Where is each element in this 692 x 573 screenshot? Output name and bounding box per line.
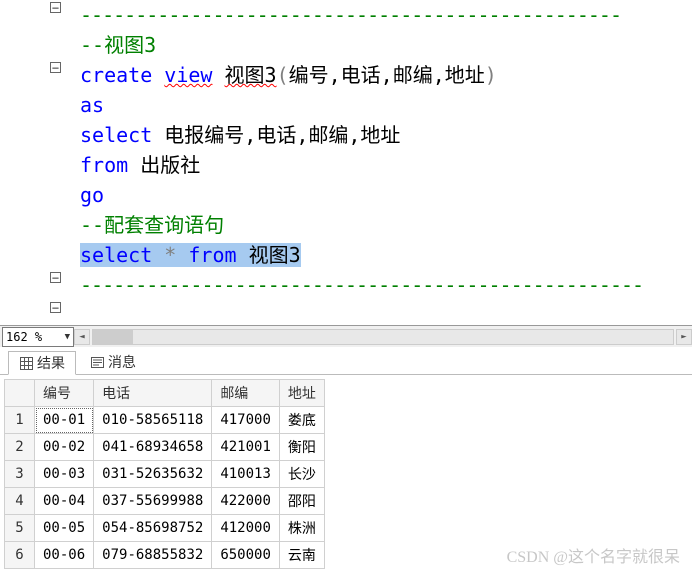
divider-line: ----------------------------------------… (80, 3, 621, 27)
divider-line: ----------------------------------------… (80, 273, 643, 297)
row-number[interactable]: 5 (5, 515, 35, 542)
fold-toggle[interactable] (50, 272, 61, 283)
row-number[interactable]: 4 (5, 488, 35, 515)
cell[interactable]: 株洲 (279, 515, 324, 542)
cell[interactable]: 041-68934658 (94, 434, 212, 461)
paren-close: ) (485, 63, 497, 87)
zoom-value: 162 % (6, 330, 42, 344)
cell[interactable]: 云南 (279, 542, 324, 569)
fold-gutter (50, 0, 70, 325)
fold-toggle[interactable] (50, 2, 61, 13)
tab-label: 消息 (108, 352, 136, 372)
query-target: 视图3 (249, 243, 301, 267)
cell[interactable]: 娄底 (279, 407, 324, 434)
results-grid: 编号电话邮编地址 100-01010-58565118417000娄底200-0… (0, 375, 692, 569)
scroll-thumb[interactable] (93, 330, 133, 344)
horizontal-scrollbar[interactable] (92, 329, 674, 345)
select-columns: 电报编号,电话,邮编,地址 (164, 123, 400, 147)
cell[interactable]: 00-02 (35, 434, 94, 461)
tab-label: 结果 (37, 353, 65, 373)
scroll-right-button[interactable]: ► (676, 329, 692, 345)
column-header[interactable]: 邮编 (212, 380, 280, 407)
cell[interactable]: 00-03 (35, 461, 94, 488)
table-row[interactable]: 200-02041-68934658421001衡阳 (5, 434, 325, 461)
column-header[interactable]: 编号 (35, 380, 94, 407)
cell[interactable]: 054-85698752 (94, 515, 212, 542)
code-editor[interactable]: ----------------------------------------… (0, 0, 692, 325)
cell[interactable]: 037-55699988 (94, 488, 212, 515)
zoom-bar: 162 % ▼ ◄ ► (0, 325, 692, 347)
cell[interactable]: 长沙 (279, 461, 324, 488)
tab-messages[interactable]: 消息 (80, 350, 146, 374)
cell[interactable]: 00-04 (35, 488, 94, 515)
column-header[interactable]: 地址 (279, 380, 324, 407)
selection: select * from 视图3 (80, 243, 301, 267)
fold-toggle[interactable] (50, 302, 61, 313)
table-row[interactable]: 400-04037-55699988422000邵阳 (5, 488, 325, 515)
message-icon (90, 355, 104, 369)
cell[interactable]: 412000 (212, 515, 280, 542)
table-row[interactable]: 300-03031-52635632410013长沙 (5, 461, 325, 488)
scroll-left-button[interactable]: ◄ (74, 329, 90, 345)
results-tabs: 结果 消息 (0, 347, 692, 375)
cell[interactable]: 010-58565118 (94, 407, 212, 434)
table-header-row: 编号电话邮编地址 (5, 380, 325, 407)
cell[interactable]: 422000 (212, 488, 280, 515)
cell[interactable]: 邵阳 (279, 488, 324, 515)
row-number[interactable]: 6 (5, 542, 35, 569)
view-name: 视图3 (225, 63, 277, 87)
chevron-down-icon: ▼ (65, 332, 70, 342)
keyword-select: select (80, 123, 152, 147)
zoom-dropdown[interactable]: 162 % ▼ (2, 327, 74, 347)
table-row[interactable]: 100-01010-58565118417000娄底 (5, 407, 325, 434)
keyword-from: from (188, 243, 236, 267)
keyword-view: view (164, 63, 212, 87)
column-header[interactable]: 电话 (94, 380, 212, 407)
column-list: 编号,电话,邮编,地址 (289, 63, 485, 87)
comment-text: --配套查询语句 (80, 213, 224, 237)
grid-icon (19, 356, 33, 370)
fold-toggle[interactable] (50, 62, 61, 73)
cell[interactable]: 417000 (212, 407, 280, 434)
comment-text: --视图3 (80, 33, 156, 57)
row-number[interactable]: 1 (5, 407, 35, 434)
keyword-go: go (80, 183, 104, 207)
cell[interactable]: 421001 (212, 434, 280, 461)
row-number[interactable]: 3 (5, 461, 35, 488)
cell[interactable]: 410013 (212, 461, 280, 488)
corner-cell (5, 380, 35, 407)
cell[interactable]: 031-52635632 (94, 461, 212, 488)
keyword-from: from (80, 153, 128, 177)
cell[interactable]: 00-06 (35, 542, 94, 569)
tab-results[interactable]: 结果 (8, 351, 76, 375)
cell[interactable]: 079-68855832 (94, 542, 212, 569)
cell[interactable]: 00-01 (35, 407, 94, 434)
cell[interactable]: 衡阳 (279, 434, 324, 461)
keyword-create: create (80, 63, 152, 87)
table-row[interactable]: 600-06079-68855832650000云南 (5, 542, 325, 569)
keyword-select: select (80, 243, 152, 267)
cell[interactable]: 650000 (212, 542, 280, 569)
table-row[interactable]: 500-05054-85698752412000株洲 (5, 515, 325, 542)
cell[interactable]: 00-05 (35, 515, 94, 542)
keyword-as: as (80, 93, 104, 117)
paren-open: ( (277, 63, 289, 87)
results-table[interactable]: 编号电话邮编地址 100-01010-58565118417000娄底200-0… (4, 379, 325, 569)
row-number[interactable]: 2 (5, 434, 35, 461)
from-table: 出版社 (140, 153, 200, 177)
